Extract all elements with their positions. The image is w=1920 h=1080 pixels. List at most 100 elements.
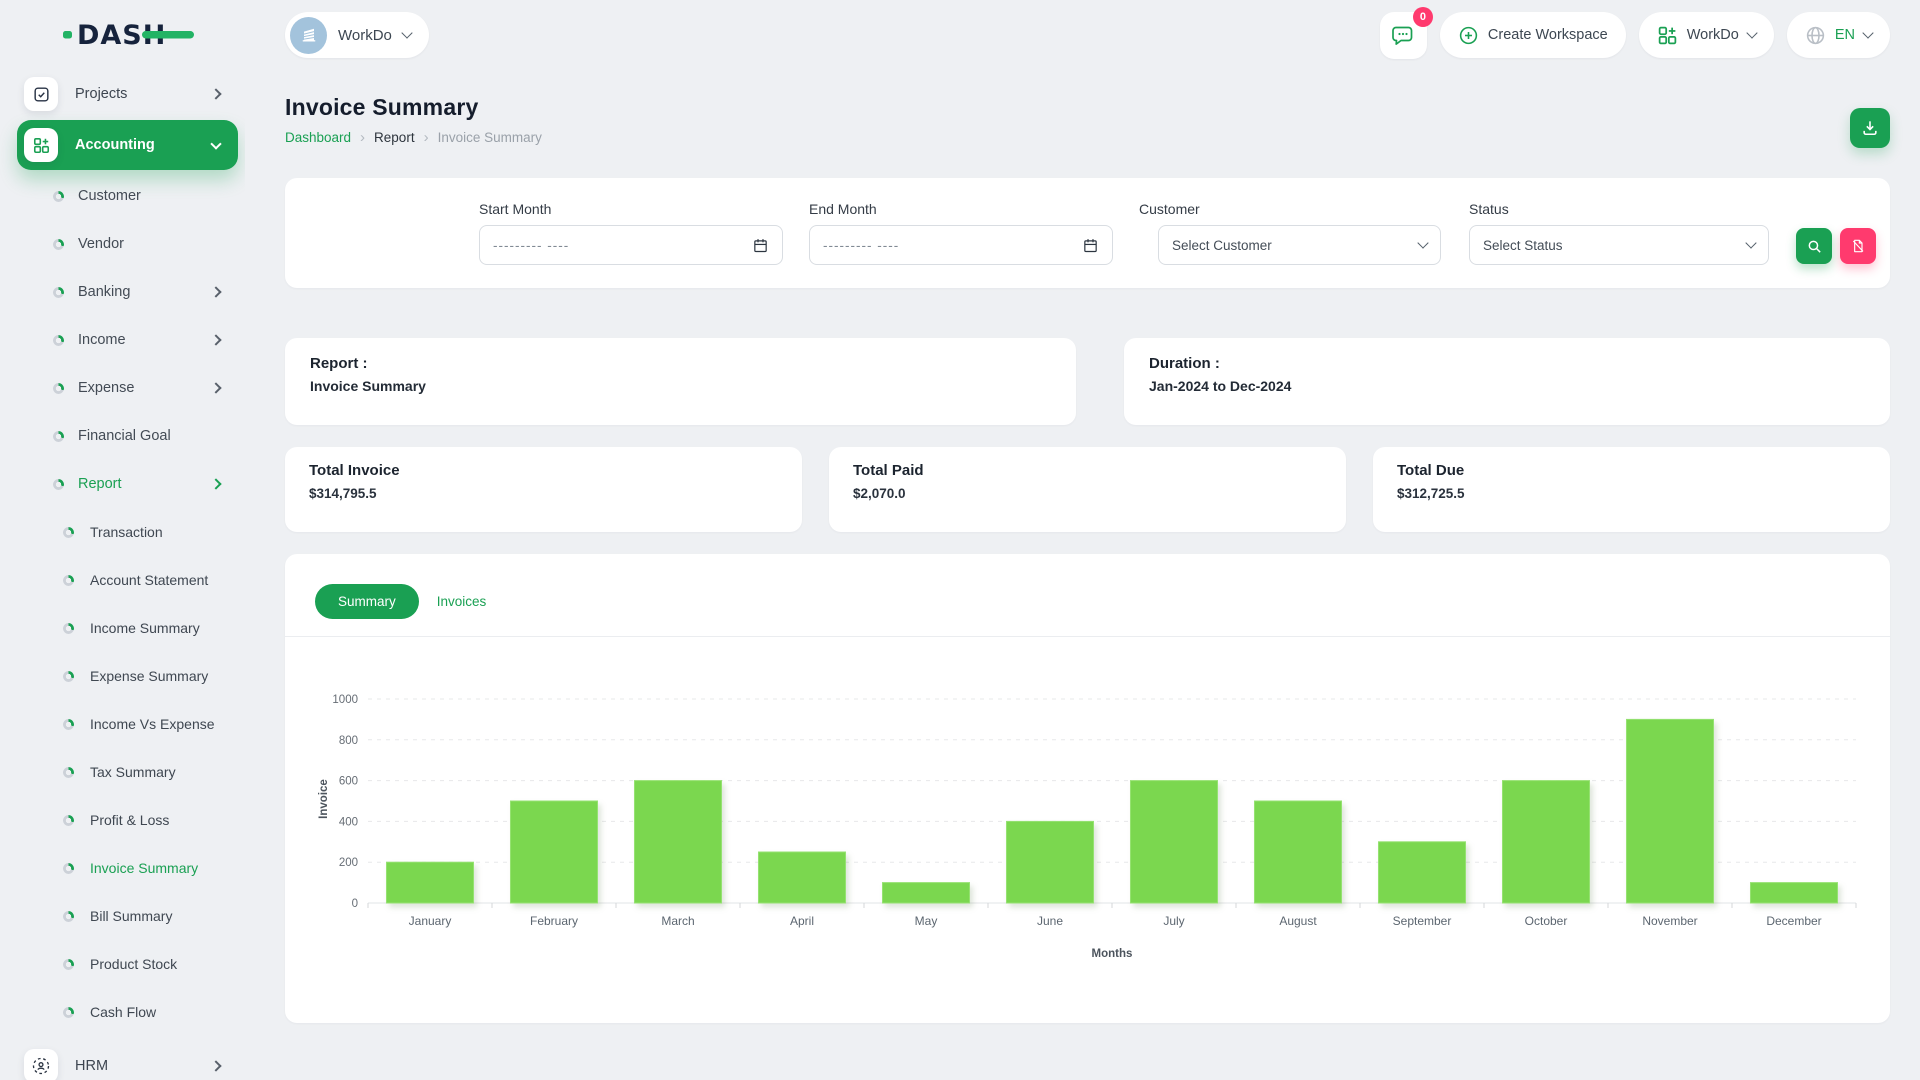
sidebar-item-product-stock[interactable]: Product Stock <box>17 940 238 988</box>
sidebar-item-label: Bill Summary <box>90 908 172 924</box>
bar-november[interactable] <box>1627 719 1714 903</box>
start-month-input[interactable]: --------- ---- <box>479 225 783 265</box>
sidebar-item-hrm[interactable]: HRM <box>17 1042 238 1080</box>
bar-april[interactable] <box>759 852 846 903</box>
sidebar-item-label: Tax Summary <box>90 764 176 780</box>
sidebar-item-expense[interactable]: Expense <box>17 364 238 412</box>
sidebar-item-bill-summary[interactable]: Bill Summary <box>17 892 238 940</box>
status-select[interactable]: Select Status <box>1469 225 1769 265</box>
breadcrumb-dashboard-link[interactable]: Dashboard <box>285 130 351 145</box>
sidebar-item-tax-summary[interactable]: Tax Summary <box>17 748 238 796</box>
y-tick-label: 800 <box>339 735 358 747</box>
sidebar-item-financial-goal[interactable]: Financial Goal <box>17 412 238 460</box>
bar-june[interactable] <box>1007 821 1094 903</box>
y-tick-label: 200 <box>339 857 358 869</box>
create-workspace-button[interactable]: Create Workspace <box>1440 12 1626 58</box>
bar-march[interactable] <box>635 781 722 903</box>
chevron-down-icon <box>1745 237 1756 248</box>
workspace-menu-label: WorkDo <box>1687 27 1739 43</box>
y-tick-label: 600 <box>339 776 358 788</box>
sidebar-item-cash-flow[interactable]: Cash Flow <box>17 988 238 1036</box>
bar-october[interactable] <box>1503 781 1590 903</box>
chevron-right-icon <box>210 88 221 99</box>
sidebar-item-invoice-summary[interactable]: Invoice Summary <box>17 844 238 892</box>
sidebar-item-projects[interactable]: Projects <box>17 70 238 118</box>
total-invoice-card: Total Invoice $314,795.5 <box>285 447 802 532</box>
start-month-label: Start Month <box>479 201 783 217</box>
total-paid-value: $2,070.0 <box>853 486 1322 501</box>
sidebar-item-label: Accounting <box>75 137 155 153</box>
duration-card-value: Jan-2024 to Dec-2024 <box>1149 378 1865 394</box>
grid-plus-icon <box>1657 25 1678 46</box>
sidebar-item-report[interactable]: Report <box>17 460 238 508</box>
sidebar-item-expense-summary[interactable]: Expense Summary <box>17 652 238 700</box>
sidebar-item-customer[interactable]: Customer <box>17 172 238 220</box>
total-invoice-label: Total Invoice <box>309 462 778 479</box>
x-tick-label: February <box>530 914 578 928</box>
page-title: Invoice Summary <box>285 94 542 121</box>
customer-label: Customer <box>1139 201 1441 217</box>
y-tick-label: 0 <box>352 898 358 910</box>
x-tick-label: October <box>1525 914 1568 928</box>
chevron-right-icon: › <box>360 130 365 145</box>
workspace-selector[interactable]: WorkDo <box>285 12 429 58</box>
sidebar-item-label: Customer <box>78 188 141 204</box>
bar-september[interactable] <box>1379 842 1466 903</box>
sidebar-item-label: Product Stock <box>90 956 177 972</box>
report-tabs: Summary Invoices <box>315 584 1860 619</box>
customer-select[interactable]: Select Customer <box>1158 225 1441 265</box>
language-selector[interactable]: EN <box>1787 12 1890 58</box>
bar-may[interactable] <box>883 883 970 903</box>
x-tick-label: September <box>1393 914 1452 928</box>
sidebar-item-account-statement[interactable]: Account Statement <box>17 556 238 604</box>
sidebar-item-income[interactable]: Income <box>17 316 238 364</box>
sidebar-item-profit-loss[interactable]: Profit & Loss <box>17 796 238 844</box>
sidebar-item-accounting[interactable]: Accounting <box>17 120 238 170</box>
report-card: Report : Invoice Summary <box>285 338 1076 425</box>
sidebar-item-label: Profit & Loss <box>90 812 169 828</box>
filter-card: Start Month --------- ---- End Month ---… <box>285 178 1890 288</box>
sidebar-item-vendor[interactable]: Vendor <box>17 220 238 268</box>
bullet-icon <box>63 1007 74 1018</box>
sidebar-item-income-summary[interactable]: Income Summary <box>17 604 238 652</box>
apply-filter-button[interactable] <box>1796 228 1832 264</box>
globe-icon <box>1805 25 1826 46</box>
person-dashed-icon <box>24 1049 58 1080</box>
bar-july[interactable] <box>1131 781 1218 903</box>
x-tick-label: April <box>790 914 814 928</box>
create-workspace-label: Create Workspace <box>1488 27 1608 43</box>
chevron-right-icon <box>210 478 221 489</box>
sidebar-item-label: Account Statement <box>90 572 208 588</box>
bullet-icon <box>63 815 74 826</box>
chevron-right-icon: › <box>424 130 429 145</box>
bullet-icon <box>63 671 74 682</box>
app-logo[interactable]: DASH <box>0 14 245 57</box>
bar-january[interactable] <box>387 862 474 903</box>
download-report-button[interactable] <box>1850 108 1890 148</box>
x-tick-label: May <box>915 914 938 928</box>
bar-february[interactable] <box>511 801 598 903</box>
customer-select-value: Select Customer <box>1172 238 1272 253</box>
sidebar-item-income-vs-expense[interactable]: Income Vs Expense <box>17 700 238 748</box>
sidebar-item-transaction[interactable]: Transaction <box>17 508 238 556</box>
reset-filter-button[interactable] <box>1840 228 1876 264</box>
bullet-icon <box>63 911 74 922</box>
bar-august[interactable] <box>1255 801 1342 903</box>
sidebar-item-label: Expense Summary <box>90 668 208 684</box>
bullet-icon <box>53 431 64 442</box>
messages-button[interactable]: 0 <box>1380 12 1427 59</box>
tab-invoices[interactable]: Invoices <box>435 584 489 619</box>
dash-logo-icon: DASH <box>62 14 212 54</box>
chevron-right-icon <box>210 334 221 345</box>
sidebar-item-label: Transaction <box>90 524 163 540</box>
total-due-value: $312,725.5 <box>1397 486 1866 501</box>
chevron-down-icon <box>210 138 221 149</box>
sidebar-item-label: Vendor <box>78 236 124 252</box>
workspace-menu-button[interactable]: WorkDo <box>1639 12 1774 58</box>
tab-summary[interactable]: Summary <box>315 584 419 619</box>
sidebar-item-banking[interactable]: Banking <box>17 268 238 316</box>
main-content: Invoice Summary Dashboard › Report › Inv… <box>245 70 1920 1080</box>
end-month-input[interactable]: --------- ---- <box>809 225 1113 265</box>
bar-december[interactable] <box>1751 883 1838 903</box>
breadcrumb-report: Report <box>374 130 415 145</box>
